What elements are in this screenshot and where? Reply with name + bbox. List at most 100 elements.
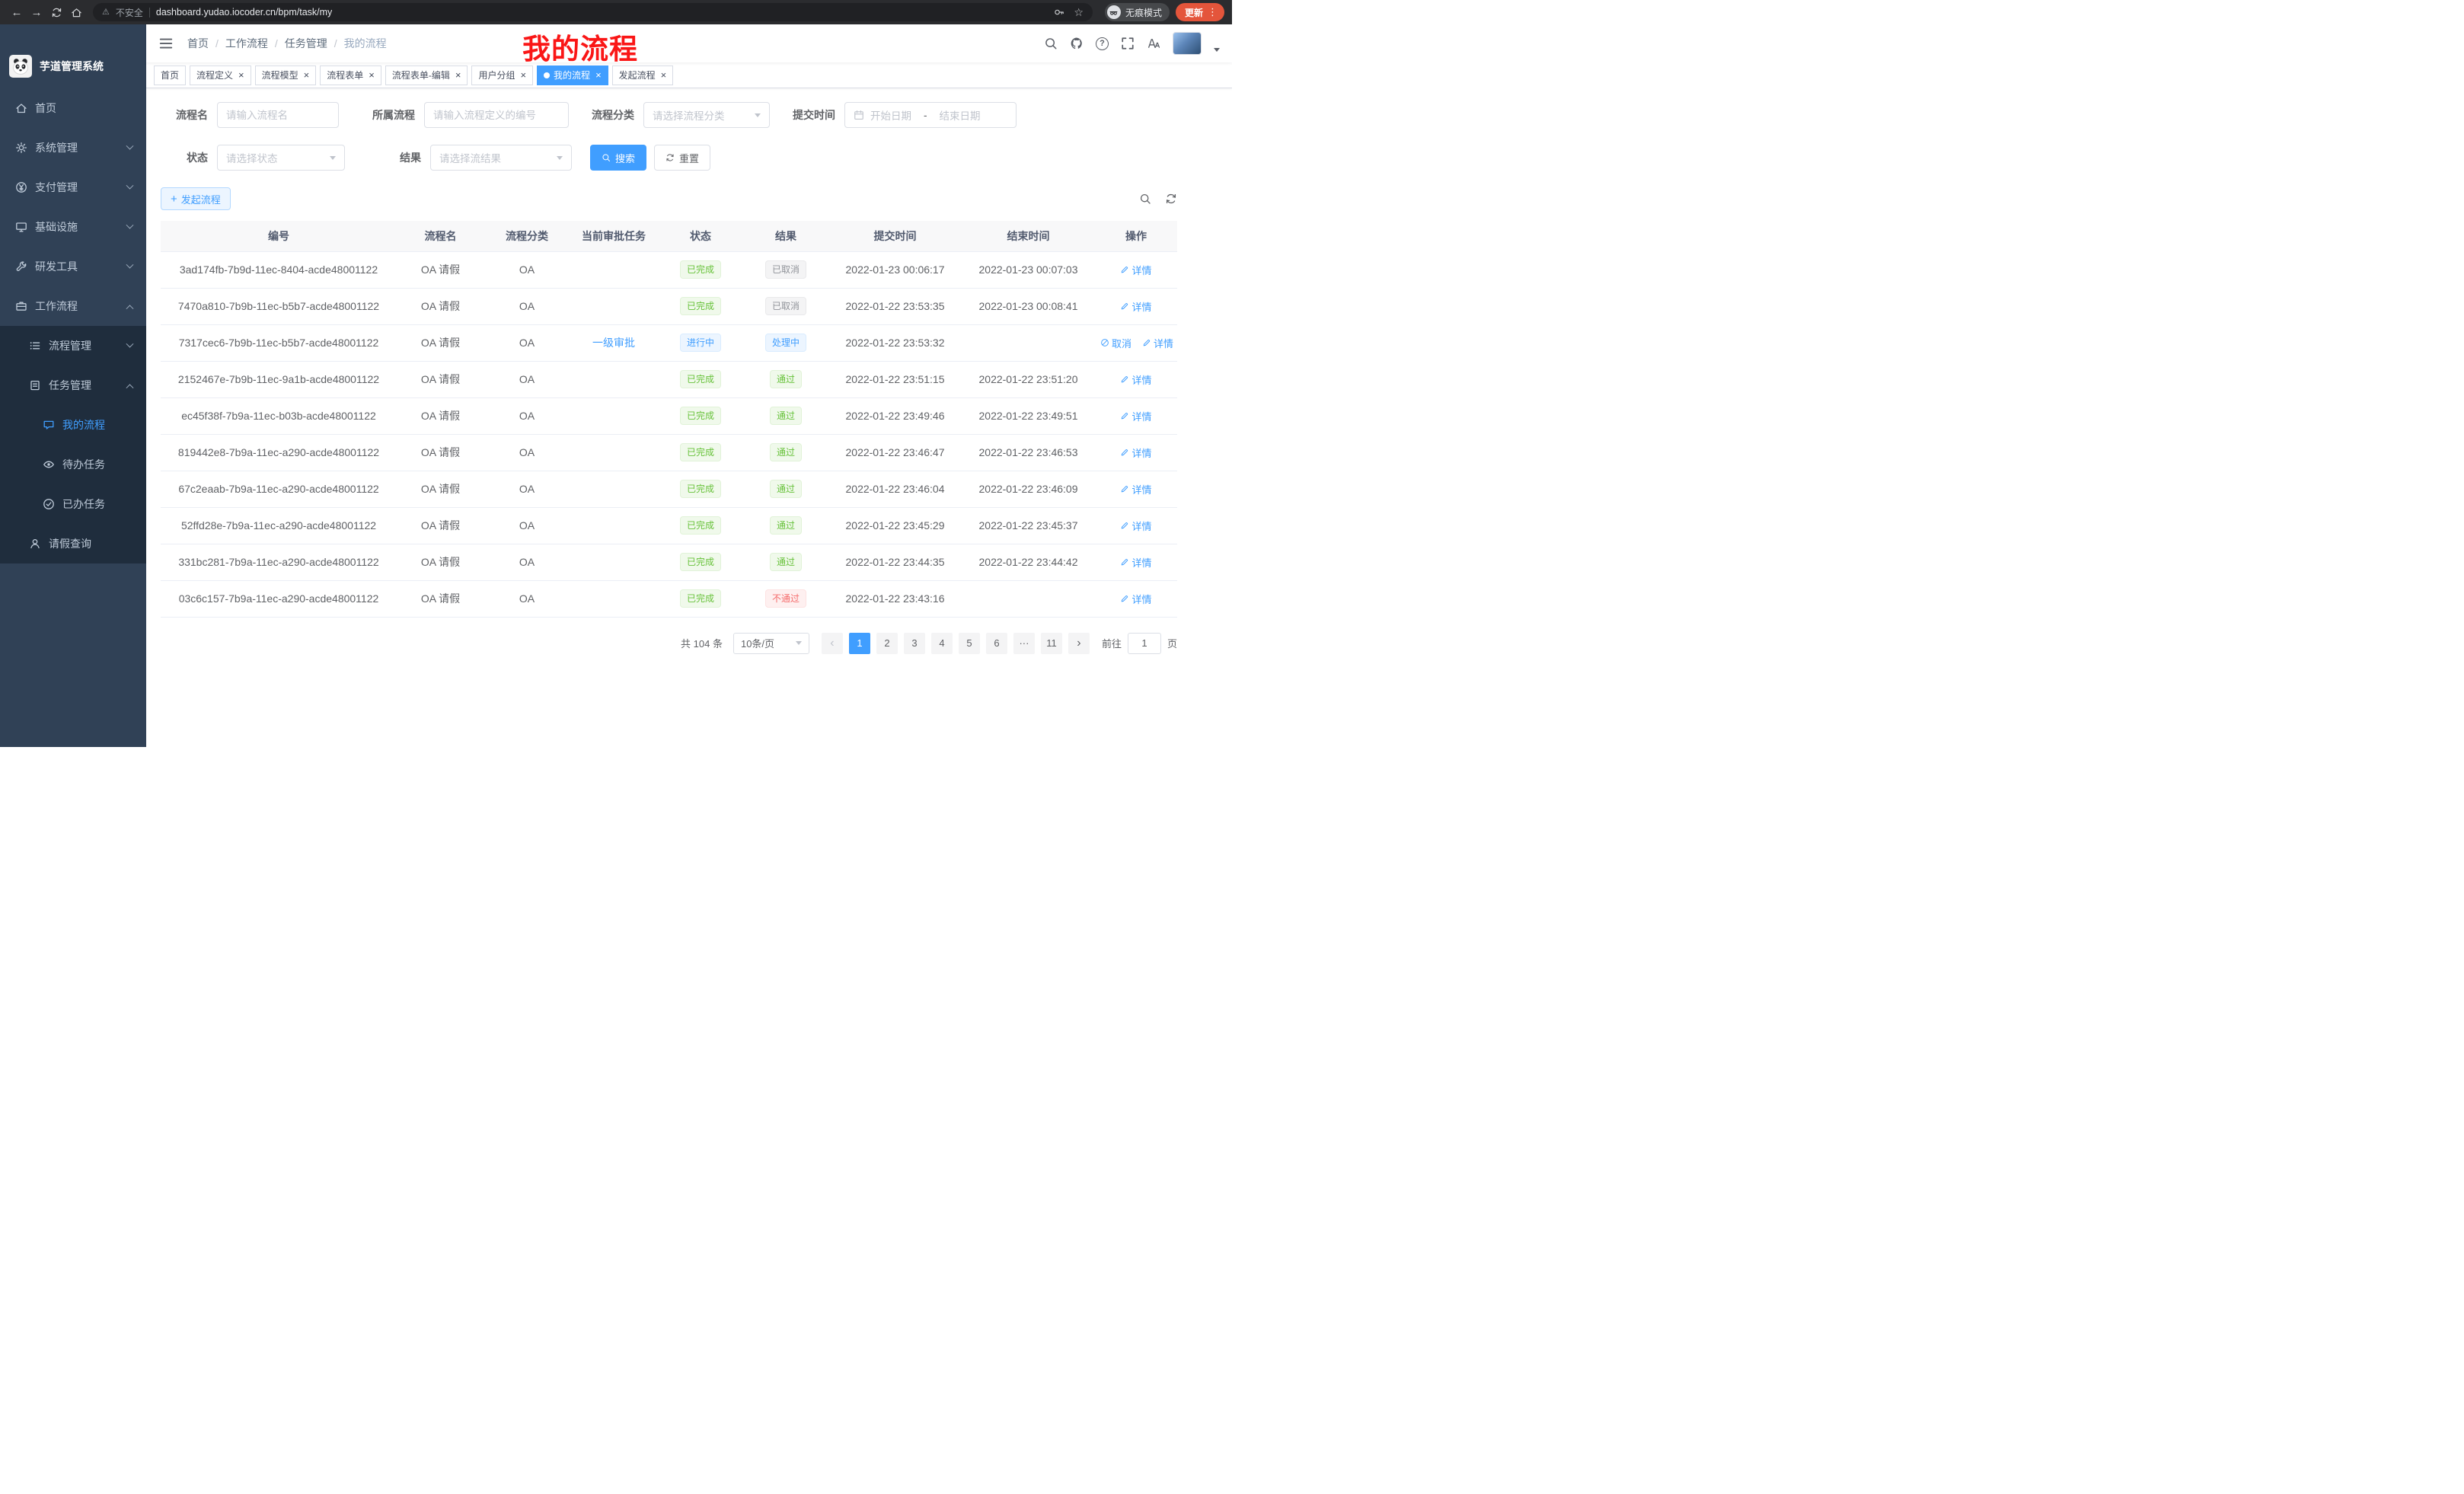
page-button-3[interactable]: 3 bbox=[904, 633, 925, 654]
cell-result: 不通过 bbox=[743, 580, 828, 617]
status-select[interactable]: 请选择状态 bbox=[217, 145, 345, 171]
detail-action[interactable]: 详情 bbox=[1120, 372, 1151, 387]
browser-menu-icon[interactable]: ⋮ bbox=[1208, 6, 1218, 18]
password-key-icon[interactable] bbox=[1054, 7, 1064, 18]
chevron-down-icon bbox=[126, 221, 134, 228]
infra-icon bbox=[15, 221, 27, 233]
page-button-6[interactable]: 6 bbox=[986, 633, 1007, 654]
page-button-5[interactable]: 5 bbox=[959, 633, 980, 654]
select-placeholder: 请选择流结果 bbox=[439, 150, 501, 165]
start-process-button[interactable]: + 发起流程 bbox=[161, 187, 231, 210]
search-button[interactable]: 搜索 bbox=[590, 145, 646, 171]
category-select[interactable]: 请选择流程分类 bbox=[643, 102, 770, 128]
sidebar-item-label: 基础设施 bbox=[35, 219, 78, 235]
sidebar-item-my-process[interactable]: 我的流程 bbox=[0, 405, 146, 445]
cell-submit-time: 2022-01-22 23:53:32 bbox=[828, 324, 962, 361]
result-tag: 不通过 bbox=[765, 589, 806, 608]
process-definition-input[interactable] bbox=[433, 110, 560, 121]
sidebar-item-task-management[interactable]: 任务管理 bbox=[0, 366, 146, 405]
cell-submit-time: 2022-01-22 23:45:29 bbox=[828, 507, 962, 544]
tab-start-process[interactable]: 发起流程× bbox=[612, 65, 674, 85]
tab-close-icon[interactable]: × bbox=[595, 70, 602, 80]
status-tag: 已完成 bbox=[680, 553, 721, 571]
github-icon[interactable] bbox=[1070, 37, 1084, 50]
breadcrumb-item[interactable]: 任务管理 bbox=[285, 36, 327, 51]
sidebar-item-system-management[interactable]: 系统管理 bbox=[0, 128, 146, 168]
tab-my-process[interactable]: 我的流程× bbox=[537, 65, 608, 85]
sidebar-item-process-management[interactable]: 流程管理 bbox=[0, 326, 146, 366]
tab-close-icon[interactable]: × bbox=[369, 70, 375, 80]
pagination: 共 104 条10条/页‹123456···11›前往页 bbox=[161, 633, 1177, 654]
address-bar[interactable]: ⚠ 不安全 dashboard.yudao.iocoder.cn/bpm/tas… bbox=[93, 3, 1093, 21]
sidebar-item-dev-tools[interactable]: 研发工具 bbox=[0, 247, 146, 286]
detail-action[interactable]: 详情 bbox=[1120, 409, 1151, 423]
tab-process-form-edit[interactable]: 流程表单-编辑 × bbox=[385, 65, 468, 85]
help-icon[interactable]: ? bbox=[1096, 37, 1109, 50]
tab-close-icon[interactable]: × bbox=[304, 70, 310, 80]
page-size-select[interactable]: 10条/页 bbox=[733, 633, 809, 654]
chevron-up-icon bbox=[126, 305, 134, 312]
tab-label: 流程表单-编辑 bbox=[392, 69, 450, 81]
browser-back-icon[interactable]: ← bbox=[8, 3, 26, 21]
sidebar-item-payment-management[interactable]: 支付管理 bbox=[0, 168, 146, 207]
tab-close-icon[interactable]: × bbox=[455, 70, 461, 80]
tab-process-model[interactable]: 流程模型 × bbox=[255, 65, 317, 85]
submit-time-range[interactable]: 开始日期-结束日期 bbox=[844, 102, 1017, 128]
sidebar-item-label: 支付管理 bbox=[35, 180, 78, 195]
toolbar-refresh-icon[interactable] bbox=[1165, 193, 1177, 205]
tab-label: 流程模型 bbox=[262, 69, 298, 81]
tab-home[interactable]: 首页 bbox=[154, 65, 186, 85]
date-start-placeholder: 开始日期 bbox=[870, 107, 911, 123]
sidebar-item-done-tasks[interactable]: 已办任务 bbox=[0, 484, 146, 524]
avatar-caret-icon[interactable] bbox=[1214, 48, 1220, 52]
url-host: dashboard.yudao.iocoder.cn bbox=[156, 7, 276, 18]
sidebar-item-todo-tasks[interactable]: 待办任务 bbox=[0, 445, 146, 484]
reset-button[interactable]: 重置 bbox=[654, 145, 710, 171]
prev-page-button[interactable]: ‹ bbox=[822, 633, 843, 654]
cancel-action[interactable]: 取消 bbox=[1100, 336, 1131, 350]
page-button-1[interactable]: 1 bbox=[849, 633, 870, 654]
detail-action[interactable]: 详情 bbox=[1120, 519, 1151, 533]
tab-close-icon[interactable]: × bbox=[661, 70, 667, 80]
toolbar-search-icon[interactable] bbox=[1139, 193, 1151, 205]
sidebar-item-workflow[interactable]: 工作流程 bbox=[0, 286, 146, 326]
tab-close-icon[interactable]: × bbox=[520, 70, 526, 80]
detail-action[interactable]: 详情 bbox=[1120, 299, 1151, 314]
goto-page-input[interactable] bbox=[1128, 633, 1161, 654]
page-button-4[interactable]: 4 bbox=[931, 633, 953, 654]
process-name-input[interactable] bbox=[226, 110, 330, 121]
browser-update-button[interactable]: 更新 ⋮ bbox=[1176, 3, 1224, 21]
page-button-11[interactable]: 11 bbox=[1041, 633, 1062, 654]
tab-process-definition[interactable]: 流程定义× bbox=[190, 65, 251, 85]
current-task-link[interactable]: 一级审批 bbox=[592, 337, 635, 349]
user-avatar[interactable] bbox=[1173, 32, 1202, 55]
next-page-button[interactable]: › bbox=[1068, 633, 1090, 654]
sidebar-item-infrastructure[interactable]: 基础设施 bbox=[0, 207, 146, 247]
cell-result: 通过 bbox=[743, 434, 828, 471]
tab-process-form[interactable]: 流程表单× bbox=[320, 65, 381, 85]
font-size-icon[interactable] bbox=[1147, 37, 1160, 50]
breadcrumb-item[interactable]: 工作流程 bbox=[225, 36, 268, 51]
sidebar-item-leave-query[interactable]: 请假查询 bbox=[0, 524, 146, 563]
cell-id: 331bc281-7b9a-11ec-a290-acde48001122 bbox=[161, 544, 397, 580]
search-icon[interactable] bbox=[1044, 37, 1058, 50]
browser-forward-icon[interactable]: → bbox=[27, 3, 46, 21]
tab-close-icon[interactable]: × bbox=[238, 70, 244, 80]
detail-action[interactable]: 详情 bbox=[1120, 263, 1151, 277]
bookmark-star-icon[interactable]: ☆ bbox=[1074, 7, 1084, 18]
result-select[interactable]: 请选择流结果 bbox=[430, 145, 572, 171]
breadcrumb-item[interactable]: 首页 bbox=[187, 36, 209, 51]
detail-action[interactable]: 详情 bbox=[1120, 445, 1151, 460]
sidebar-item-home[interactable]: 首页 bbox=[0, 88, 146, 128]
detail-action[interactable]: 详情 bbox=[1142, 336, 1173, 350]
browser-reload-icon[interactable] bbox=[47, 3, 65, 21]
fullscreen-icon[interactable] bbox=[1121, 37, 1135, 50]
detail-action[interactable]: 详情 bbox=[1120, 482, 1151, 496]
sidebar-toggle-icon[interactable] bbox=[158, 36, 174, 51]
more-pages-button[interactable]: ··· bbox=[1013, 633, 1035, 654]
detail-action[interactable]: 详情 bbox=[1120, 555, 1151, 570]
page-button-2[interactable]: 2 bbox=[876, 633, 898, 654]
detail-action[interactable]: 详情 bbox=[1120, 592, 1151, 606]
browser-home-icon[interactable] bbox=[67, 3, 85, 21]
tab-user-group[interactable]: 用户分组× bbox=[471, 65, 533, 85]
